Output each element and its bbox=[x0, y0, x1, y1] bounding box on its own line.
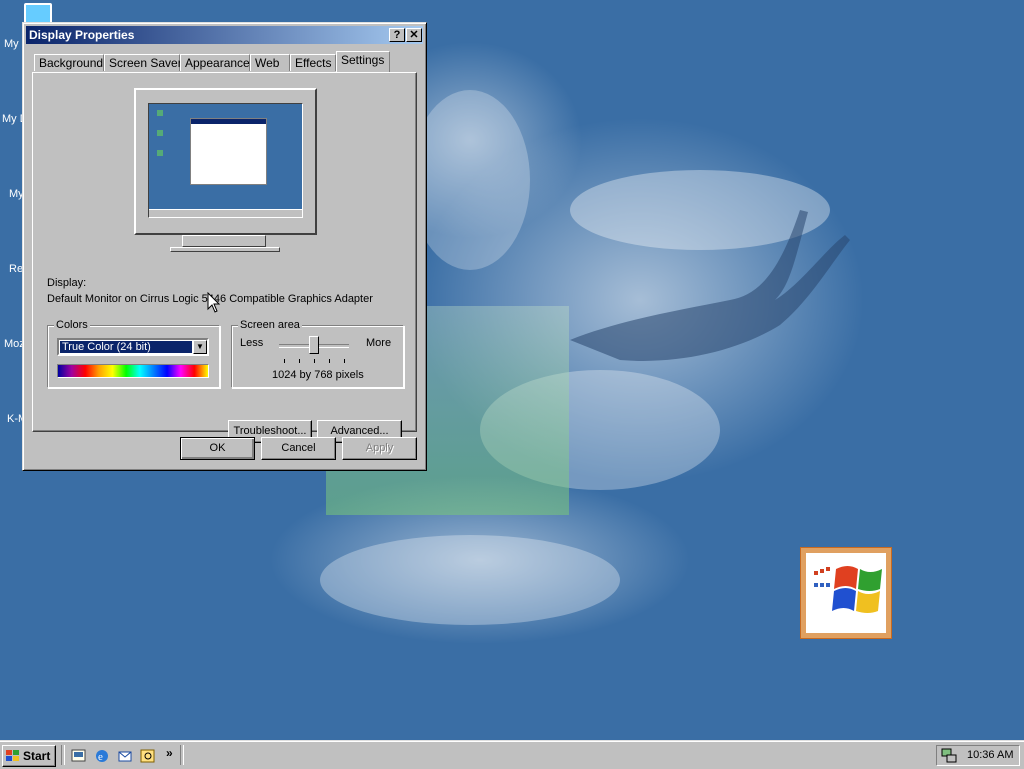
cancel-button[interactable]: Cancel bbox=[261, 437, 336, 460]
mini-taskbar bbox=[149, 209, 302, 217]
start-label: Start bbox=[23, 749, 51, 763]
start-button[interactable]: Start bbox=[2, 745, 56, 767]
quick-launch-chevron-icon[interactable]: » bbox=[166, 746, 173, 760]
close-icon: ✕ bbox=[409, 29, 419, 41]
screen-area-legend: Screen area bbox=[238, 319, 302, 331]
windows-flag-icon bbox=[6, 750, 19, 761]
tab-label: Effects bbox=[295, 56, 332, 70]
tab-web[interactable]: Web bbox=[250, 54, 290, 71]
tab-label: Screen Saver bbox=[109, 56, 182, 70]
colors-group: Colors True Color (24 bit) ▼ bbox=[47, 319, 220, 388]
mini-desktop-icon bbox=[157, 110, 163, 116]
tab-label: Appearance bbox=[185, 56, 250, 70]
tab-settings[interactable]: Settings bbox=[336, 51, 390, 72]
tab-label: Settings bbox=[341, 53, 385, 67]
mini-desktop-icon bbox=[157, 130, 163, 136]
resolution-text: 1024 by 768 pixels bbox=[272, 369, 364, 381]
svg-text:e: e bbox=[98, 751, 103, 763]
screen-area-slider-thumb[interactable] bbox=[309, 336, 319, 354]
color-spectrum-bar bbox=[57, 364, 209, 378]
less-label: Less bbox=[240, 337, 264, 349]
clock[interactable]: 10:36 AM bbox=[967, 749, 1013, 761]
monitor-screen bbox=[148, 103, 303, 218]
tab-appearance[interactable]: Appearance bbox=[180, 54, 250, 71]
close-button[interactable]: ✕ bbox=[406, 28, 422, 42]
mouse-cursor-icon bbox=[207, 292, 221, 313]
tab-effects[interactable]: Effects bbox=[290, 54, 336, 71]
desktop-icon-label: My bbox=[4, 38, 19, 50]
tab-screen-saver[interactable]: Screen Saver bbox=[104, 54, 182, 71]
settings-panel: Display: Default Monitor on Cirrus Logic… bbox=[32, 72, 417, 443]
display-properties-window: Display Properties ? ✕ Background Screen… bbox=[22, 22, 427, 471]
show-desktop-icon[interactable] bbox=[71, 748, 87, 764]
window-title: Display Properties bbox=[29, 28, 135, 42]
search-icon[interactable] bbox=[140, 748, 156, 764]
slider-tick bbox=[299, 359, 300, 363]
network-icon[interactable] bbox=[941, 748, 957, 764]
slider-tick bbox=[329, 359, 330, 363]
outlook-express-icon[interactable] bbox=[117, 748, 133, 764]
internet-explorer-icon[interactable]: e bbox=[94, 748, 110, 764]
apply-button[interactable]: Apply bbox=[342, 437, 417, 460]
more-label: More bbox=[366, 337, 392, 349]
monitor-base bbox=[170, 247, 280, 252]
slider-tick bbox=[284, 359, 285, 363]
colors-selected-value: True Color (24 bit) bbox=[60, 341, 192, 353]
display-label: Display: bbox=[47, 277, 87, 289]
help-button[interactable]: ? bbox=[389, 28, 405, 42]
taskbar-separator bbox=[180, 745, 184, 765]
slider-tick bbox=[344, 359, 345, 363]
windows-flag-icon bbox=[814, 566, 882, 613]
title-bar[interactable]: Display Properties ? ✕ bbox=[26, 26, 423, 44]
tab-label: Web bbox=[255, 56, 280, 70]
ok-button[interactable]: OK bbox=[180, 437, 255, 460]
taskbar-separator bbox=[61, 745, 65, 765]
taskbar: Start e » 10:36 AM bbox=[0, 740, 1024, 769]
desktop-icon-label: Re bbox=[9, 263, 24, 275]
mini-window bbox=[190, 118, 267, 185]
system-tray: 10:36 AM bbox=[936, 745, 1020, 766]
mini-desktop-icon bbox=[157, 150, 163, 156]
slider-tick bbox=[314, 359, 315, 363]
screen-area-group: Screen area Less More 1024 by 768 pixels bbox=[231, 319, 404, 388]
windows-logo-tile bbox=[800, 547, 892, 639]
tab-label: Background bbox=[39, 56, 104, 70]
colors-dropdown[interactable]: True Color (24 bit) ▼ bbox=[57, 338, 209, 356]
help-icon: ? bbox=[393, 29, 401, 41]
monitor-stand bbox=[182, 235, 266, 247]
chevron-down-icon[interactable]: ▼ bbox=[193, 340, 207, 354]
diver-silhouette bbox=[570, 210, 850, 361]
monitor-preview bbox=[134, 88, 317, 235]
colors-legend: Colors bbox=[54, 319, 90, 331]
tab-background[interactable]: Background bbox=[34, 54, 104, 71]
